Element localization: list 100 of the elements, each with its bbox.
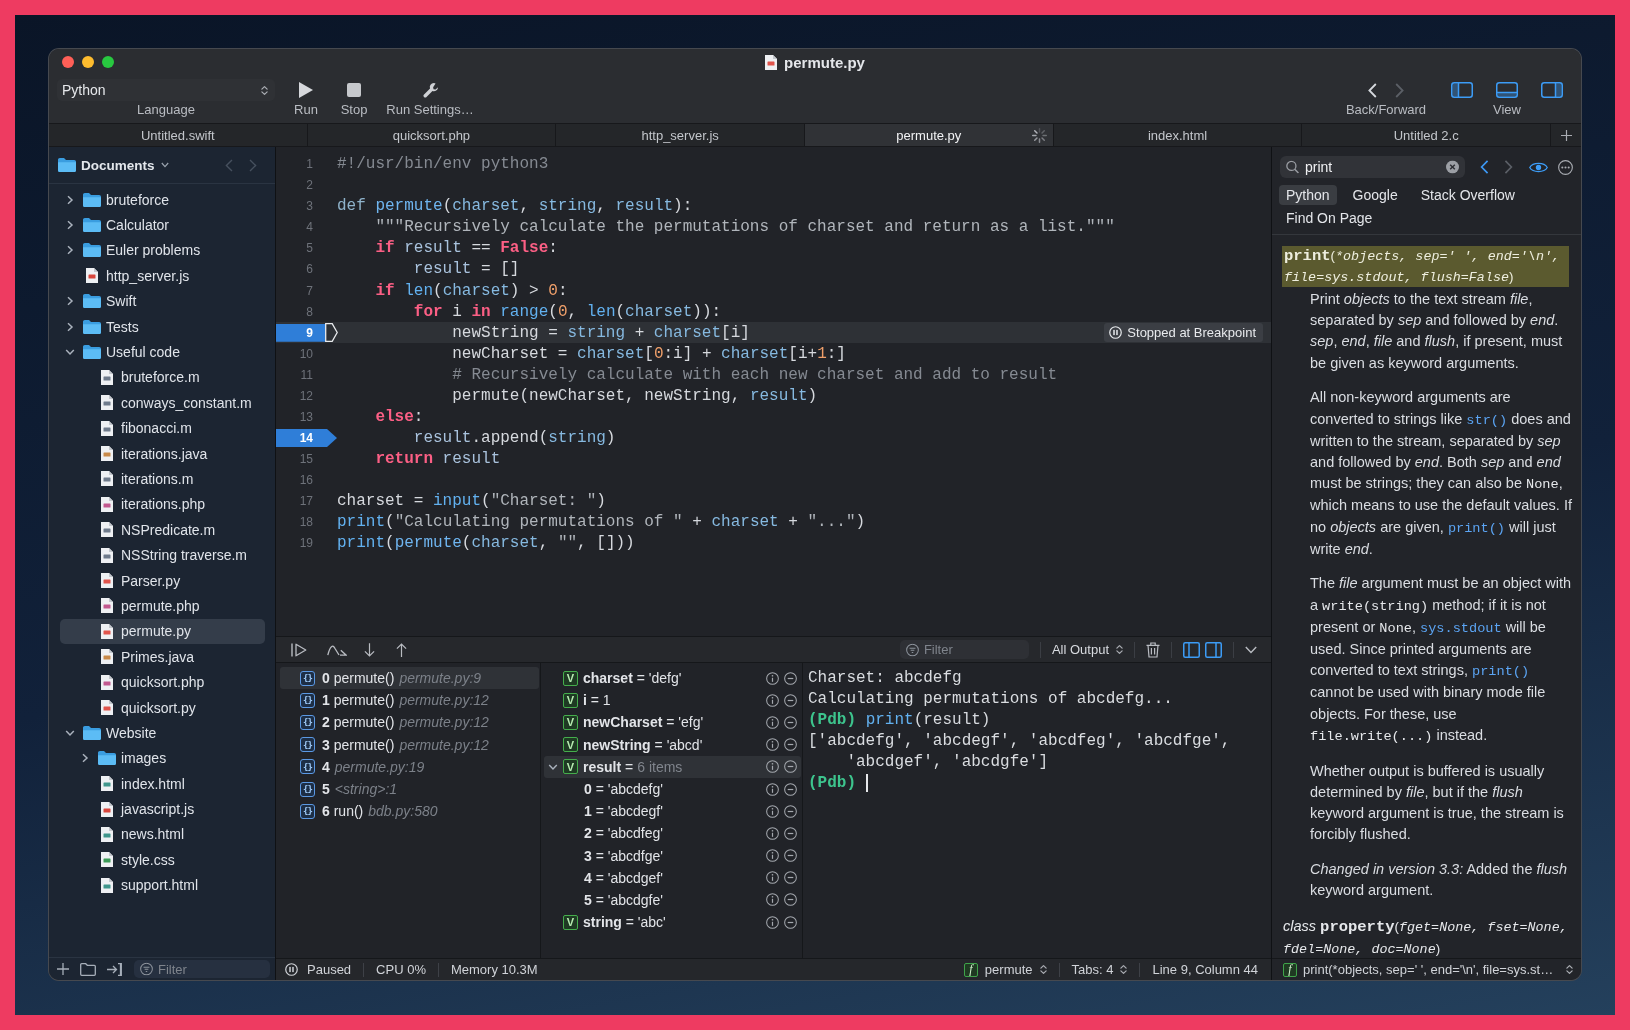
editor-tab[interactable]: permute.py: [804, 124, 1054, 146]
tree-item[interactable]: fibonacci.m: [60, 415, 265, 441]
minus-circle-icon[interactable]: [784, 782, 797, 796]
tree-item[interactable]: permute.py: [60, 618, 265, 645]
chevron-right-icon[interactable]: [65, 194, 75, 205]
stack-frame[interactable]: {} 2 permute() permute.py:12: [280, 711, 539, 734]
info-icon[interactable]: [766, 915, 779, 929]
variable-row[interactable]: 2 = 'abcdfeg': [544, 822, 801, 845]
filter-field[interactable]: Filter: [899, 640, 1029, 659]
chevron-right-icon[interactable]: [65, 220, 75, 231]
chevron-right-icon[interactable]: [65, 296, 75, 307]
stack-frame[interactable]: {} 1 permute() permute.py:12: [280, 689, 539, 712]
minus-circle-icon[interactable]: [784, 893, 797, 907]
output-dropdown[interactable]: All Output: [1051, 642, 1123, 657]
code-link[interactable]: print(): [1447, 520, 1505, 536]
stack-frame[interactable]: {} 4 permute.py:19: [280, 755, 539, 778]
info-icon[interactable]: [766, 715, 779, 729]
editor-tab[interactable]: http_server.js: [556, 124, 805, 146]
right-sidebar-toggle-icon[interactable]: [1541, 82, 1563, 98]
step-out-icon[interactable]: [396, 642, 407, 657]
editor-tab[interactable]: index.html: [1053, 124, 1303, 146]
minus-circle-icon[interactable]: [784, 715, 797, 729]
tree-item[interactable]: iterations.php: [60, 491, 265, 518]
search-field[interactable]: print: [1280, 156, 1465, 178]
minus-circle-icon[interactable]: [784, 760, 797, 774]
variable-row[interactable]: 1 = 'abcdegf': [544, 800, 801, 823]
info-icon[interactable]: [766, 893, 779, 907]
more-options-icon[interactable]: [1558, 159, 1573, 175]
tree-item[interactable]: Euler problems: [60, 237, 265, 264]
tree-item[interactable]: support.html: [60, 872, 265, 898]
tree-item[interactable]: Calculator: [60, 212, 265, 238]
left-sidebar-toggle-icon[interactable]: [1451, 82, 1473, 98]
tree-item[interactable]: quicksort.php: [60, 669, 265, 695]
tree-item[interactable]: permute.php: [60, 593, 265, 619]
tree-item[interactable]: iterations.java: [60, 440, 265, 467]
variable-row[interactable]: V newCharset = 'efg': [544, 711, 801, 734]
minus-circle-icon[interactable]: [784, 738, 797, 752]
minus-circle-icon[interactable]: [784, 804, 797, 818]
step-into-icon[interactable]: [364, 642, 375, 657]
new-folder-icon[interactable]: [80, 962, 96, 976]
run-settings-button[interactable]: Run Settings…: [385, 79, 475, 118]
plus-icon[interactable]: [57, 963, 69, 975]
close-icon[interactable]: [62, 56, 74, 68]
tab-width-popup[interactable]: Tabs: 4: [1071, 962, 1128, 977]
minus-circle-icon[interactable]: [784, 849, 797, 863]
minus-circle-icon[interactable]: [784, 871, 797, 885]
minus-circle-icon[interactable]: [784, 915, 797, 929]
minus-circle-icon[interactable]: [784, 671, 797, 685]
editor-tab[interactable]: quicksort.php: [307, 124, 557, 146]
language-select[interactable]: Python: [57, 79, 275, 101]
bottom-panel-toggle-icon[interactable]: [1496, 82, 1518, 98]
tree-item[interactable]: style.css: [60, 847, 265, 873]
tree-item[interactable]: javascript.js: [60, 796, 265, 822]
documents-dropdown[interactable]: Documents: [58, 157, 169, 173]
variable-row[interactable]: V result = 6 items: [544, 755, 801, 778]
tree-item[interactable]: bruteforce.m: [60, 364, 265, 391]
tree-item[interactable]: bruteforce: [60, 187, 265, 213]
minus-circle-icon[interactable]: [784, 693, 797, 707]
tree-item[interactable]: Swift: [60, 288, 265, 314]
editor-tab[interactable]: Untitled 2.c: [1302, 124, 1552, 146]
import-icon[interactable]: [107, 962, 122, 976]
function-popup[interactable]: f permute: [963, 962, 1047, 977]
variable-row[interactable]: V charset = 'defg': [544, 667, 801, 690]
variable-row[interactable]: 5 = 'abcdgfe': [544, 888, 801, 912]
minus-circle-icon[interactable]: [784, 826, 797, 840]
stack-frame[interactable]: {} 6 run() bdb.py:580: [280, 800, 539, 823]
variable-row[interactable]: 3 = 'abcdfge': [544, 844, 801, 867]
clear-icon[interactable]: [1446, 160, 1459, 174]
tree-item[interactable]: iterations.m: [60, 466, 265, 492]
tree-item[interactable]: quicksort.py: [60, 694, 265, 721]
plus-icon[interactable]: [1560, 129, 1572, 141]
info-icon[interactable]: [766, 871, 779, 885]
code-link[interactable]: print(): [1472, 664, 1530, 680]
trash-icon[interactable]: [1146, 641, 1160, 658]
fullscreen-icon[interactable]: [102, 56, 114, 68]
tree-item[interactable]: Primes.java: [60, 644, 265, 670]
chevron-down-icon[interactable]: [65, 347, 75, 358]
code-link[interactable]: str(): [1466, 412, 1508, 428]
variable-row[interactable]: 4 = 'abcdgef': [544, 866, 801, 889]
symbol-popup[interactable]: f print(*objects, sep=' ', end='\n', file=sys.st…: [1272, 958, 1581, 980]
chevron-right-icon[interactable]: [80, 753, 90, 764]
tree-item[interactable]: NSString traverse.m: [60, 542, 265, 568]
continue-icon[interactable]: [291, 642, 307, 657]
step-over-icon[interactable]: [327, 643, 347, 656]
chevron-right-icon[interactable]: [65, 321, 75, 332]
chevron-down-icon[interactable]: [1245, 645, 1257, 654]
tree-item[interactable]: Tests: [60, 313, 265, 340]
info-icon[interactable]: [766, 826, 779, 840]
tree-item[interactable]: NSPredicate.m: [60, 517, 265, 543]
minimize-icon[interactable]: [82, 56, 94, 68]
variable-row[interactable]: V newString = 'abcd': [544, 733, 801, 756]
variable-row[interactable]: V string = 'abc': [544, 911, 801, 934]
tree-item[interactable]: Useful code: [60, 339, 265, 365]
tree-item[interactable]: http_server.js: [60, 263, 265, 289]
info-icon[interactable]: [766, 849, 779, 863]
code-link[interactable]: sys.stdout: [1420, 620, 1502, 636]
eye-icon[interactable]: [1529, 160, 1548, 174]
tree-item[interactable]: index.html: [60, 771, 265, 797]
stop-button[interactable]: Stop: [332, 79, 376, 118]
left-pane-toggle-icon[interactable]: [1183, 641, 1200, 658]
